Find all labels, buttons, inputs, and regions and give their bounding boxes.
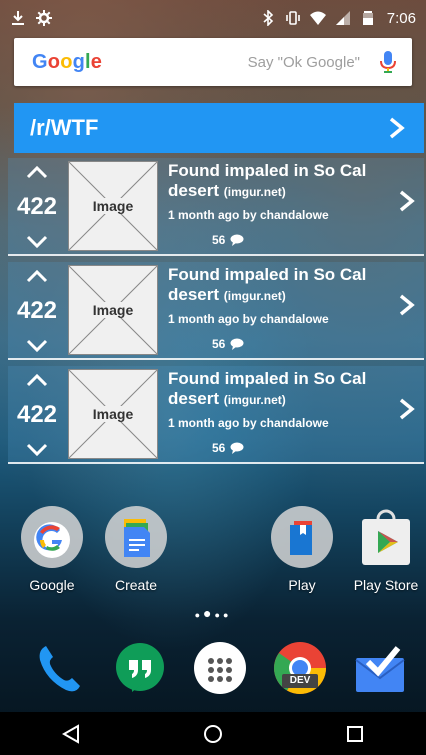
bluetooth-icon	[260, 10, 276, 26]
google-search-bar[interactable]: Google Say "Ok Google"	[14, 38, 412, 86]
vote-count: 422	[16, 297, 58, 324]
post-row[interactable]: 422 Image Found impaled in So Cal desert…	[8, 366, 424, 464]
play-store-icon[interactable]	[354, 505, 418, 569]
wifi-icon	[309, 10, 326, 26]
post-comments[interactable]: 56	[212, 337, 244, 351]
post-comments[interactable]: 56	[212, 441, 244, 455]
comment-count: 56	[212, 337, 226, 351]
vote-count: 422	[16, 401, 58, 428]
post-domain: (imgur.net)	[223, 393, 286, 407]
upvote-icon[interactable]	[25, 164, 49, 180]
page-indicator[interactable]: ●●●●	[0, 605, 426, 621]
chevron-right-icon[interactable]	[388, 117, 406, 139]
downvote-icon[interactable]	[25, 338, 49, 354]
chrome-dev-icon[interactable]: DEV	[272, 640, 328, 696]
home-screen: 7:06 Google Say "Ok Google" /r/WTF 422 I…	[0, 0, 426, 755]
chevron-right-icon[interactable]	[398, 190, 416, 212]
post-comments[interactable]: 56	[212, 233, 244, 247]
page-dot: ●	[194, 610, 204, 620]
upvote-icon[interactable]	[25, 268, 49, 284]
status-time: 7:06	[386, 9, 416, 27]
status-bar: 7:06	[0, 0, 426, 36]
play-folder-icon[interactable]	[270, 505, 334, 569]
post-thumbnail[interactable]: Image	[68, 161, 158, 251]
page-dot-active: ●	[203, 605, 215, 621]
status-right: 7:06	[260, 10, 416, 27]
docs-folder-icon[interactable]	[104, 505, 168, 569]
battery-icon	[360, 10, 376, 26]
search-hint[interactable]: Say "Ok Google"	[102, 54, 360, 71]
app-drawer-icon[interactable]	[192, 640, 248, 696]
app-label: Create	[114, 577, 158, 593]
hangouts-icon[interactable]	[112, 640, 168, 696]
app-label: Play	[288, 577, 316, 593]
navigation-bar	[0, 712, 426, 755]
vote-count: 422	[16, 193, 58, 220]
download-icon	[10, 10, 26, 26]
post-row[interactable]: 422 Image Found impaled in So Cal desert…	[8, 262, 424, 360]
inbox-icon[interactable]	[352, 640, 408, 696]
comment-icon	[230, 442, 244, 454]
post-domain: (imgur.net)	[223, 185, 286, 199]
vote-column: 422	[8, 268, 66, 354]
comment-icon	[230, 234, 244, 246]
app-play[interactable]: Play	[262, 505, 342, 593]
thumbnail-label: Image	[90, 198, 136, 214]
page-dot: ●	[214, 610, 223, 620]
google-logo: Google	[32, 50, 103, 73]
comment-count: 56	[212, 441, 226, 455]
app-google[interactable]: Google	[12, 505, 92, 593]
google-folder-icon[interactable]	[20, 505, 84, 569]
thumbnail-label: Image	[90, 406, 136, 422]
post-meta: 1 month ago by chandalowe	[168, 416, 329, 430]
comment-count: 56	[212, 233, 226, 247]
phone-icon[interactable]	[32, 640, 88, 696]
post-thumbnail[interactable]: Image	[68, 369, 158, 459]
mic-icon[interactable]	[378, 50, 398, 74]
app-label: Play Store	[353, 577, 419, 593]
vibrate-icon	[285, 10, 301, 26]
post-text[interactable]: Found impaled in So Cal desert (imgur.ne…	[168, 369, 390, 430]
post-meta: 1 month ago by chandalowe	[168, 312, 329, 326]
chevron-right-icon[interactable]	[398, 398, 416, 420]
post-row[interactable]: 422 Image Found impaled in So Cal desert…	[8, 158, 424, 256]
subreddit-title: /r/WTF	[30, 115, 99, 140]
settings-icon	[36, 10, 52, 26]
post-domain: (imgur.net)	[223, 289, 286, 303]
post-text[interactable]: Found impaled in So Cal desert (imgur.ne…	[168, 161, 390, 222]
signal-icon	[335, 10, 351, 26]
app-play-store[interactable]: Play Store	[346, 505, 426, 593]
post-thumbnail[interactable]: Image	[68, 265, 158, 355]
status-left	[10, 10, 52, 26]
vote-column: 422	[8, 164, 66, 250]
comment-icon	[230, 338, 244, 350]
recents-icon[interactable]	[344, 723, 366, 745]
page-dot: ●	[222, 610, 232, 620]
home-icon[interactable]	[202, 723, 224, 745]
back-icon[interactable]	[60, 723, 82, 745]
downvote-icon[interactable]	[25, 442, 49, 458]
vote-column: 422	[8, 372, 66, 458]
app-create[interactable]: Create	[96, 505, 176, 593]
dev-badge: DEV	[289, 675, 311, 686]
chevron-right-icon[interactable]	[398, 294, 416, 316]
post-meta: 1 month ago by chandalowe	[168, 208, 329, 222]
post-text[interactable]: Found impaled in So Cal desert (imgur.ne…	[168, 265, 390, 326]
upvote-icon[interactable]	[25, 372, 49, 388]
widget-header[interactable]: /r/WTF	[14, 103, 424, 153]
downvote-icon[interactable]	[25, 234, 49, 250]
thumbnail-label: Image	[90, 302, 136, 318]
app-label: Google	[29, 577, 75, 593]
